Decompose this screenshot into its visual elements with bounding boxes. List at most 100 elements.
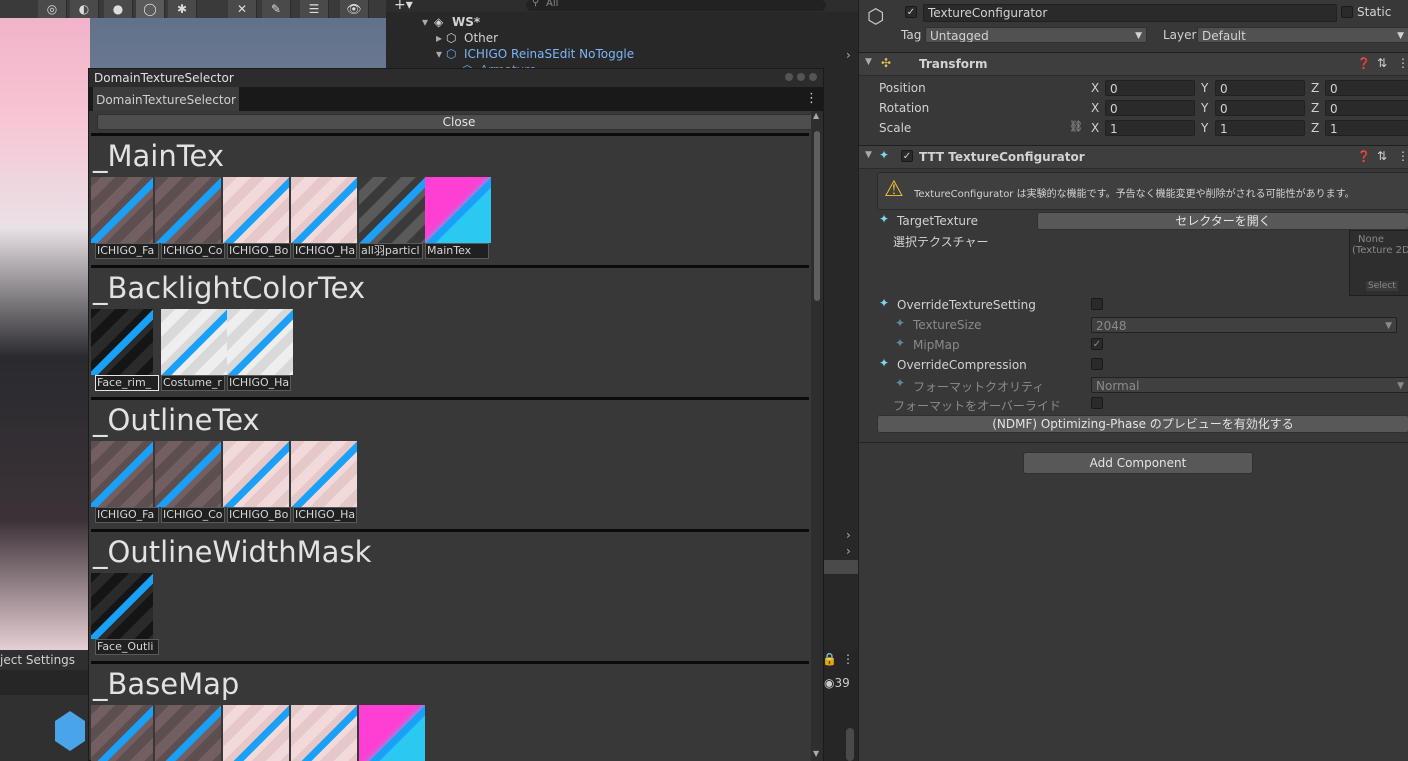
open-selector-button[interactable]: セレクターを開く	[1037, 212, 1408, 230]
component-title: Transform	[919, 57, 988, 71]
texture-thumbnail[interactable]	[359, 177, 425, 243]
scrollbar-thumb[interactable]	[824, 560, 858, 574]
transform-header[interactable]: ▼ ✣ Transform ❓ ⇅ ⋮	[859, 52, 1408, 76]
position-x-field[interactable]: 0	[1105, 80, 1195, 96]
chevron-down-icon: ▼	[1385, 321, 1392, 331]
scale-y-field[interactable]: 1	[1215, 120, 1305, 136]
active-checkbox[interactable]: ✓	[905, 6, 917, 18]
preview-select-button[interactable]: Select	[1366, 281, 1398, 291]
expand-arrow-icon[interactable]: ▼	[865, 57, 872, 67]
kebab-menu-icon[interactable]: ⋮	[805, 91, 818, 106]
scene-row[interactable]: ▾ ◈ WS*	[386, 14, 846, 30]
presets-icon[interactable]: ⇅	[1377, 149, 1387, 163]
window-titlebar[interactable]: DomainTextureSelector	[89, 69, 823, 87]
texture-thumbnail[interactable]	[91, 309, 153, 375]
window-dot-icon[interactable]	[809, 73, 817, 81]
expand-arrow-icon[interactable]: ▸	[436, 30, 442, 46]
warning-text: TextureConfigurator は実験的な機能です。予告なく機能変更や削…	[914, 189, 1355, 200]
hierarchy-search[interactable]: ⚲ All	[526, 0, 826, 11]
lock-icon[interactable]: 🔒	[822, 652, 837, 666]
texture-label: ICHIGO_Ha	[293, 243, 357, 259]
mipmap-checkbox[interactable]: ✓	[1091, 338, 1103, 350]
presets-icon[interactable]: ⇅	[1377, 56, 1387, 70]
kebab-menu-icon[interactable]: ⋮	[1397, 149, 1408, 163]
texture-thumbnail[interactable]	[223, 177, 289, 243]
window-dot-icon[interactable]	[797, 73, 805, 81]
constrain-proportions-icon[interactable]: ⛓	[1069, 120, 1083, 133]
chevron-right-icon[interactable]: ›	[846, 528, 851, 542]
tag-dropdown[interactable]: Untagged ▼	[925, 27, 1147, 43]
sphere-icon[interactable]: ●	[104, 0, 133, 18]
effects-icon[interactable]: ✎	[262, 0, 291, 18]
help-icon[interactable]: ❓	[1357, 150, 1371, 163]
ndmf-preview-button[interactable]: (NDMF) Optimizing-Phase のプレビューを有効化する	[877, 415, 1408, 433]
search-placeholder: All	[546, 0, 559, 9]
texture-thumbnail[interactable]	[291, 177, 357, 243]
help-icon[interactable]: ❓	[1357, 57, 1371, 70]
texture-thumbnail[interactable]	[155, 705, 221, 761]
texture-thumbnail[interactable]	[291, 441, 357, 507]
expand-arrow-icon[interactable]: ▾	[436, 46, 442, 62]
layers-icon[interactable]: ☰	[300, 0, 329, 18]
close-button[interactable]: Close	[97, 114, 811, 130]
expand-arrow-icon[interactable]: ▼	[865, 150, 872, 160]
add-component-button[interactable]: Add Component	[1023, 452, 1253, 474]
texture-thumbnail[interactable]	[91, 705, 153, 761]
audio-mute-icon[interactable]: ✕	[228, 0, 257, 18]
scroll-down-icon[interactable]: ▼	[813, 749, 819, 758]
position-y-field[interactable]: 0	[1215, 80, 1305, 96]
rotation-y-field[interactable]: 0	[1215, 100, 1305, 116]
hierarchy-item[interactable]: ▸ ⬡ Other	[386, 30, 846, 46]
texture-thumbnail[interactable]	[223, 705, 289, 761]
chevron-right-icon[interactable]: ›	[846, 544, 851, 558]
layer-label: Layer	[1163, 28, 1197, 42]
add-icon[interactable]: +▾	[394, 0, 413, 13]
texture-preview-slot[interactable]: None (Texture 2D) Select	[1349, 230, 1408, 296]
texture-thumbnail[interactable]	[227, 309, 293, 375]
scroll-up-icon[interactable]: ▲	[813, 111, 819, 120]
texture-thumbnail[interactable]	[161, 309, 227, 375]
static-checkbox[interactable]	[1341, 6, 1353, 18]
ttt-component-header[interactable]: ▼ ✦ ✓ TTT TextureConfigurator ❓ ⇅ ⋮	[859, 145, 1408, 169]
texture-thumbnail[interactable]	[91, 573, 153, 639]
format-quality-dropdown[interactable]: Normal ▼	[1091, 377, 1408, 393]
texture-thumbnail[interactable]	[359, 705, 425, 761]
kebab-menu-icon[interactable]: ⋮	[842, 652, 854, 666]
chevron-right-icon[interactable]: ›	[846, 48, 851, 62]
hierarchy-item[interactable]: ▾ ⬡ ICHIGO ReinaSEdit NoToggle	[386, 46, 846, 62]
selector-scrollbar[interactable]: ▲ ▼	[811, 111, 823, 761]
rotation-z-field[interactable]: 0	[1325, 100, 1408, 116]
scrollbar-thumb[interactable]	[814, 131, 820, 301]
texture-thumbnail[interactable]	[155, 177, 221, 243]
texture-thumbnail[interactable]	[223, 441, 289, 507]
project-scrollbar[interactable]	[846, 728, 854, 761]
tab-domain-texture-selector[interactable]: DomainTextureSelector	[93, 87, 239, 111]
shading-icon[interactable]: ◐	[70, 0, 99, 18]
expand-arrow-icon[interactable]: ▾	[422, 14, 428, 30]
texture-size-dropdown[interactable]: 2048 ▼	[1091, 317, 1397, 333]
scale-x-field[interactable]: 1	[1105, 120, 1195, 136]
scale-z-field[interactable]: 1	[1325, 120, 1408, 136]
kebab-menu-icon[interactable]: ⋮	[1397, 56, 1408, 70]
position-z-field[interactable]: 0	[1325, 80, 1408, 96]
window-dot-icon[interactable]	[785, 73, 793, 81]
project-settings-tab[interactable]: ject Settings	[0, 650, 88, 670]
warning-icon: ⚠	[884, 177, 904, 202]
component-enabled-checkbox[interactable]: ✓	[901, 150, 913, 162]
debug-icon[interactable]: ✱	[168, 0, 197, 18]
lighting-icon[interactable]: ◯	[136, 0, 165, 18]
object-name-field[interactable]: TextureConfigurator	[923, 4, 1337, 22]
visibility-icon[interactable]: 👁	[340, 0, 369, 18]
override-compression-checkbox[interactable]	[1091, 358, 1103, 370]
texture-thumbnail[interactable]	[291, 705, 357, 761]
texture-thumbnail[interactable]	[155, 441, 221, 507]
format-override-checkbox[interactable]	[1091, 397, 1103, 409]
globe-icon[interactable]: ◎	[38, 0, 67, 18]
texture-thumbnail[interactable]	[91, 177, 153, 243]
texture-thumbnail[interactable]	[91, 441, 153, 507]
texture-thumbnail[interactable]	[425, 177, 491, 243]
override-texture-setting-checkbox[interactable]	[1091, 298, 1103, 310]
layer-dropdown[interactable]: Default ▼	[1197, 27, 1408, 43]
rotation-x-field[interactable]: 0	[1105, 100, 1195, 116]
ttt-field-icon: ✦	[895, 316, 906, 330]
